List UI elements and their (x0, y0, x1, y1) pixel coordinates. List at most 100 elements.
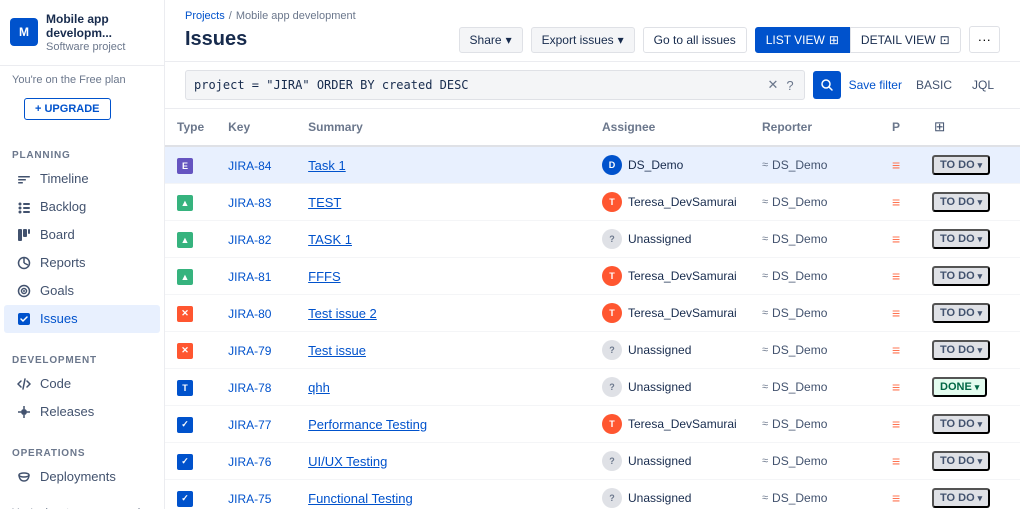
issue-key-link[interactable]: JIRA-83 (228, 196, 271, 210)
priority-icon: ≡ (892, 305, 900, 321)
export-button[interactable]: Export issues ▾ (531, 27, 635, 53)
issue-summary-link[interactable]: FFFS (308, 269, 341, 284)
cell-reporter: ≈ DS_Demo (750, 480, 880, 509)
operations-section-title: OPERATIONS (0, 442, 164, 463)
reporter-name: DS_Demo (772, 306, 827, 320)
code-label: Code (40, 376, 71, 391)
issue-key-link[interactable]: JIRA-79 (228, 344, 271, 358)
basic-button[interactable]: BASIC (910, 74, 958, 96)
col-key[interactable]: Key (216, 109, 296, 146)
cell-priority: ≡ (880, 332, 920, 369)
status-caret: ▾ (978, 160, 983, 171)
issue-summary-link[interactable]: UI/UX Testing (308, 454, 387, 469)
sidebar-item-code[interactable]: Code (4, 370, 160, 398)
table-row: ▲ JIRA-81 FFFS T Teresa_DevSamurai ≈ DS_… (165, 258, 1020, 295)
list-view-button[interactable]: LIST VIEW ⊞ (755, 27, 850, 53)
more-options-button[interactable]: ··· (969, 26, 1000, 53)
col-toggle-button[interactable]: ⊞ (932, 117, 947, 137)
assignee-cell: D DS_Demo (602, 155, 738, 175)
goto-all-issues-button[interactable]: Go to all issues (643, 27, 747, 53)
status-badge[interactable]: TO DO ▾ (932, 229, 990, 249)
issue-summary-link[interactable]: TEST (308, 195, 341, 210)
cell-summary: FFFS (296, 258, 590, 295)
col-summary[interactable]: Summary (296, 109, 590, 146)
breadcrumb-projects[interactable]: Projects (185, 10, 225, 22)
timeline-label: Timeline (40, 171, 89, 186)
reporter-name: DS_Demo (772, 269, 827, 283)
cell-reporter: ≈ DS_Demo (750, 258, 880, 295)
sidebar-item-board[interactable]: Board (4, 221, 160, 249)
issue-summary-link[interactable]: Test issue 2 (308, 306, 377, 321)
reporter-icon: ≈ (762, 307, 768, 319)
cell-reporter: ≈ DS_Demo (750, 184, 880, 221)
issue-key-link[interactable]: JIRA-75 (228, 492, 271, 506)
upgrade-button[interactable]: + UPGRADE (24, 98, 111, 120)
issue-key-link[interactable]: JIRA-77 (228, 418, 271, 432)
issue-key-link[interactable]: JIRA-82 (228, 233, 271, 247)
cell-key: JIRA-79 (216, 332, 296, 369)
sidebar-item-backlog[interactable]: Backlog (4, 193, 160, 221)
status-badge[interactable]: TO DO ▾ (932, 451, 990, 471)
cell-type: T (165, 369, 216, 406)
sidebar-item-issues[interactable]: Issues (4, 305, 160, 333)
jql-button[interactable]: JQL (966, 74, 1000, 96)
sidebar-item-reports[interactable]: Reports (4, 249, 160, 277)
status-caret: ▾ (975, 382, 980, 393)
search-button[interactable] (813, 71, 841, 99)
issue-key-link[interactable]: JIRA-78 (228, 381, 271, 395)
status-badge[interactable]: TO DO ▾ (932, 155, 990, 175)
issue-summary-link[interactable]: Test issue (308, 343, 366, 358)
cell-assignee: ? Unassigned (590, 332, 750, 369)
assignee-cell: ? Unassigned (602, 451, 738, 471)
status-badge[interactable]: TO DO ▾ (932, 192, 990, 212)
detail-view-button[interactable]: DETAIL VIEW ⊡ (850, 27, 961, 53)
col-priority[interactable]: P (880, 109, 920, 146)
reporter-icon: ≈ (762, 344, 768, 356)
main-header: Projects / Mobile app development Issues… (165, 0, 1020, 62)
assignee-cell: ? Unassigned (602, 488, 738, 508)
issue-summary-link[interactable]: Performance Testing (308, 417, 427, 432)
cell-summary: TASK 1 (296, 221, 590, 258)
share-button[interactable]: Share ▾ (459, 27, 523, 53)
priority-icon: ≡ (892, 379, 900, 395)
save-filter-button[interactable]: Save filter (849, 78, 902, 92)
issue-key-link[interactable]: JIRA-84 (228, 159, 271, 173)
issue-summary-link[interactable]: Functional Testing (308, 491, 413, 506)
sidebar: M Mobile app developm... Software projec… (0, 0, 165, 509)
sidebar-item-goals[interactable]: Goals (4, 277, 160, 305)
col-reporter[interactable]: Reporter (750, 109, 880, 146)
jql-input[interactable] (194, 78, 761, 92)
issue-key-link[interactable]: JIRA-81 (228, 270, 271, 284)
sidebar-item-deployments[interactable]: Deployments (4, 463, 160, 491)
sidebar-item-releases[interactable]: Releases (4, 398, 160, 426)
status-caret: ▾ (978, 197, 983, 208)
reporter-name: DS_Demo (772, 454, 827, 468)
issue-summary-link[interactable]: Task 1 (308, 158, 346, 173)
col-assignee[interactable]: Assignee (590, 109, 750, 146)
issue-key-link[interactable]: JIRA-80 (228, 307, 271, 321)
cell-status: TO DO ▾ (920, 258, 1020, 295)
cell-status: TO DO ▾ (920, 443, 1020, 480)
status-badge[interactable]: TO DO ▾ (932, 488, 990, 508)
plan-label: You're on the Free plan (0, 66, 164, 94)
jql-clear-button[interactable]: ✕ (765, 75, 780, 95)
status-badge[interactable]: DONE ▾ (932, 377, 987, 397)
assignee-cell: ? Unassigned (602, 340, 738, 360)
jql-help-button[interactable]: ? (784, 76, 795, 95)
issue-summary-link[interactable]: TASK 1 (308, 232, 352, 247)
status-badge[interactable]: TO DO ▾ (932, 303, 990, 323)
breadcrumb-separator: / (229, 10, 232, 22)
cell-assignee: T Teresa_DevSamurai (590, 295, 750, 332)
status-badge[interactable]: TO DO ▾ (932, 266, 990, 286)
status-badge[interactable]: TO DO ▾ (932, 414, 990, 434)
col-status[interactable]: ⊞ (920, 109, 1020, 146)
reporter-icon: ≈ (762, 418, 768, 430)
issue-key-link[interactable]: JIRA-76 (228, 455, 271, 469)
type-icon-story: ▲ (177, 232, 193, 248)
cell-assignee: ? Unassigned (590, 369, 750, 406)
priority-icon: ≡ (892, 342, 900, 358)
sidebar-item-timeline[interactable]: Timeline (4, 165, 160, 193)
issue-summary-link[interactable]: qhh (308, 380, 330, 395)
status-badge[interactable]: TO DO ▾ (932, 340, 990, 360)
development-section-title: DEVELOPMENT (0, 349, 164, 370)
